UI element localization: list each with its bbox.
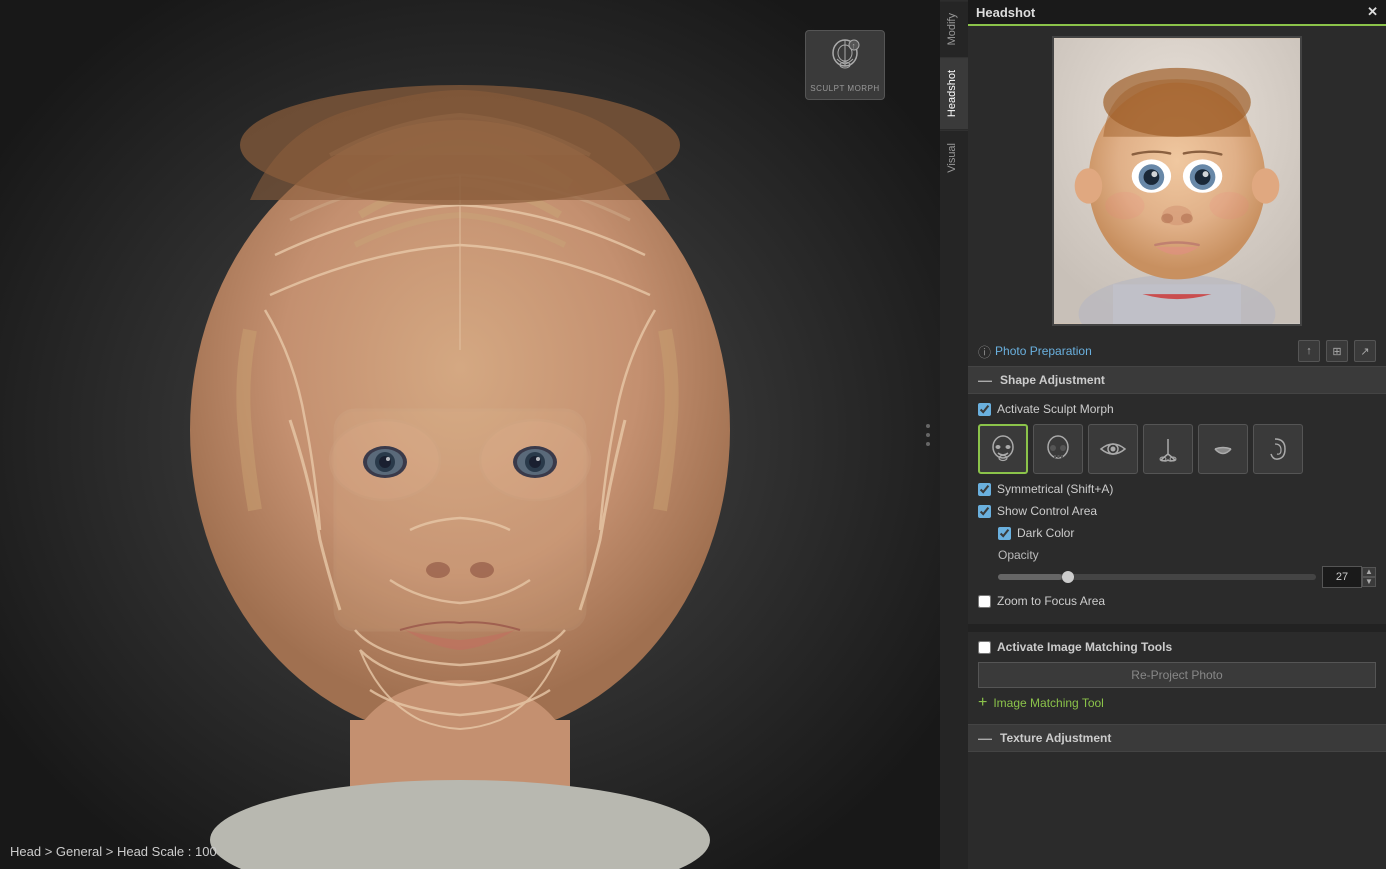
grid-icon[interactable]: ⊞: [1326, 340, 1348, 362]
zoom-to-focus-label: Zoom to Focus Area: [997, 594, 1105, 608]
activate-sculpt-morph-checkbox[interactable]: [978, 403, 991, 416]
activate-image-matching-row: Activate Image Matching Tools: [978, 640, 1376, 654]
symmetrical-checkbox[interactable]: [978, 483, 991, 496]
activate-image-matching-label: Activate Image Matching Tools: [997, 640, 1172, 654]
opacity-row: Opacity 27 ▲ ▼: [978, 548, 1376, 588]
upload-icon[interactable]: ↑: [1298, 340, 1320, 362]
resize-handle[interactable]: [926, 424, 930, 446]
dark-color-row: Dark Color: [998, 526, 1376, 540]
morph-face-button[interactable]: [978, 424, 1028, 474]
right-panel: Modify Headshot Visual Headshot ✕: [940, 0, 1386, 869]
panel-content: Headshot ✕: [968, 0, 1386, 869]
tab-bar: Modify Headshot Visual: [940, 0, 968, 869]
shape-adjustment-title: Shape Adjustment: [1000, 373, 1105, 387]
dark-color-label: Dark Color: [1017, 526, 1074, 540]
morph-skull-button[interactable]: [1033, 424, 1083, 474]
morph-nose-button[interactable]: [1143, 424, 1193, 474]
reproject-photo-button[interactable]: Re-Project Photo: [978, 662, 1376, 688]
opacity-slider-row: 27 ▲ ▼: [998, 566, 1376, 588]
symmetrical-label: Symmetrical (Shift+A): [997, 482, 1113, 496]
opacity-spin-down[interactable]: ▼: [1362, 577, 1376, 587]
activate-sculpt-morph-row: Activate Sculpt Morph: [978, 402, 1376, 416]
morph-ear-button[interactable]: [1253, 424, 1303, 474]
add-tool-label: Image Matching Tool: [993, 696, 1104, 710]
opacity-spinbox[interactable]: ▲ ▼: [1362, 567, 1376, 587]
activate-image-matching-checkbox[interactable]: [978, 641, 991, 654]
morph-icons-row: [978, 424, 1376, 474]
texture-adjustment-header: — Texture Adjustment: [968, 724, 1386, 752]
photo-prep-icons: ↑ ⊞ ↗: [1298, 340, 1376, 362]
morph-eye-button[interactable]: [1088, 424, 1138, 474]
sculpt-morph-label: SCULPT MORPH: [810, 84, 879, 93]
add-image-matching-tool-row[interactable]: + Image Matching Tool: [978, 694, 1376, 712]
activate-sculpt-morph-label: Activate Sculpt Morph: [997, 402, 1114, 416]
shape-adjustment-collapse[interactable]: —: [978, 372, 992, 388]
breadcrumb: Head > General > Head Scale : 100: [10, 844, 217, 859]
opacity-spin-up[interactable]: ▲: [1362, 567, 1376, 577]
opacity-label: Opacity: [998, 548, 1376, 562]
show-control-area-row: Show Control Area: [978, 504, 1376, 518]
show-control-area-label: Show Control Area: [997, 504, 1097, 518]
photo-preparation-link[interactable]: Photo Preparation: [995, 344, 1092, 358]
opacity-slider[interactable]: [998, 574, 1316, 580]
morph-mouth-button[interactable]: [1198, 424, 1248, 474]
info-icon: ⓘ: [978, 342, 991, 361]
texture-adjustment-title: Texture Adjustment: [1000, 731, 1111, 745]
title-bar: Headshot ✕: [968, 0, 1386, 26]
close-button[interactable]: ✕: [1367, 4, 1378, 20]
export-icon[interactable]: ↗: [1354, 340, 1376, 362]
zoom-to-focus-checkbox[interactable]: [978, 595, 991, 608]
reference-photo: [1052, 36, 1302, 326]
symmetrical-row: Symmetrical (Shift+A): [978, 482, 1376, 496]
tab-headshot[interactable]: Headshot: [940, 57, 968, 129]
image-matching-section: Activate Image Matching Tools Re-Project…: [968, 632, 1386, 720]
show-control-area-checkbox[interactable]: [978, 505, 991, 518]
shape-adjustment-header: — Shape Adjustment: [968, 366, 1386, 394]
texture-adjustment-collapse[interactable]: —: [978, 730, 992, 746]
photo-preview-area: [968, 26, 1386, 336]
tab-modify[interactable]: Modify: [940, 0, 968, 57]
dark-color-checkbox[interactable]: [998, 527, 1011, 540]
separator-1: [968, 624, 1386, 632]
photo-prep-row: ⓘ Photo Preparation ↑ ⊞ ↗: [968, 336, 1386, 366]
svg-text:↑: ↑: [852, 42, 856, 51]
opacity-value: 27: [1322, 566, 1362, 588]
add-tool-plus-icon: +: [978, 694, 987, 712]
zoom-to-focus-row: Zoom to Focus Area: [978, 594, 1376, 608]
tab-visual[interactable]: Visual: [940, 130, 968, 185]
shape-adjustment-body: Activate Sculpt Morph: [968, 394, 1386, 624]
panel-title: Headshot: [976, 5, 1035, 20]
3d-viewport[interactable]: ↑ SCULPT MORPH Head > General > Head Sca…: [0, 0, 940, 869]
sculpt-morph-button[interactable]: ↑ SCULPT MORPH: [805, 30, 885, 100]
